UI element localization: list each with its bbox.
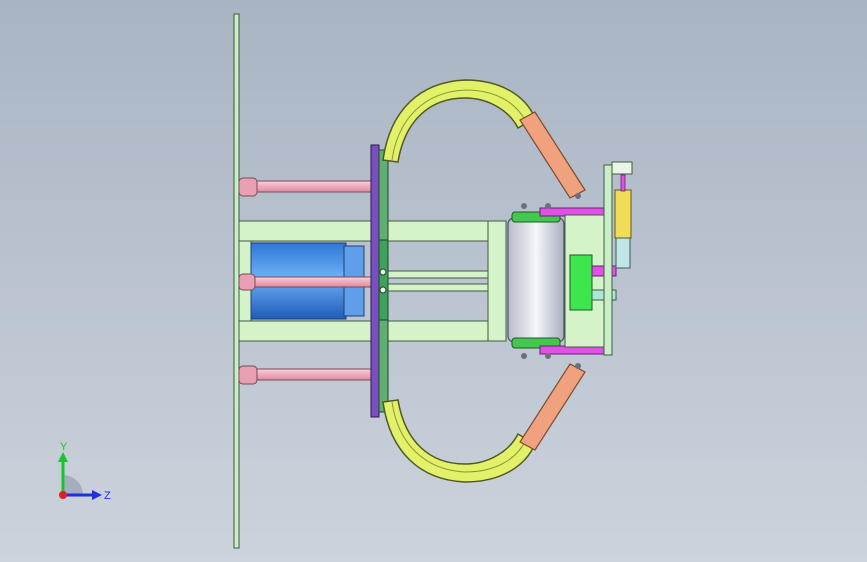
upper-link-arm[interactable] xyxy=(519,111,586,199)
slide-rail-lower[interactable] xyxy=(384,283,491,292)
roller[interactable] xyxy=(507,211,565,349)
lower-clamp-arm[interactable] xyxy=(382,399,536,483)
frame-end-post[interactable] xyxy=(487,220,507,342)
mounting-flange[interactable] xyxy=(370,144,389,418)
y-axis-head xyxy=(58,452,68,462)
cad-viewport[interactable]: Y Z xyxy=(0,0,867,562)
upper-clamp-arm[interactable] xyxy=(382,79,536,163)
slide-rail-upper[interactable] xyxy=(384,270,491,279)
x-axis-origin xyxy=(59,491,67,499)
upper-guide-rod[interactable] xyxy=(238,177,374,197)
lower-link-arm[interactable] xyxy=(519,363,586,451)
z-axis-head xyxy=(92,490,102,500)
coordinate-triad: Y Z xyxy=(58,441,111,502)
frame-top-bar[interactable] xyxy=(238,220,492,242)
y-axis-label: Y xyxy=(60,441,68,453)
small-actuator[interactable] xyxy=(603,161,633,356)
mechanism-model[interactable] xyxy=(0,0,867,562)
pneumatic-cylinder[interactable] xyxy=(238,242,374,320)
triad-quadrant xyxy=(63,475,83,495)
base-plate[interactable] xyxy=(233,13,240,549)
lower-guide-rod[interactable] xyxy=(238,365,374,385)
z-axis-label: Z xyxy=(104,490,111,502)
frame-bottom-bar[interactable] xyxy=(238,320,492,342)
